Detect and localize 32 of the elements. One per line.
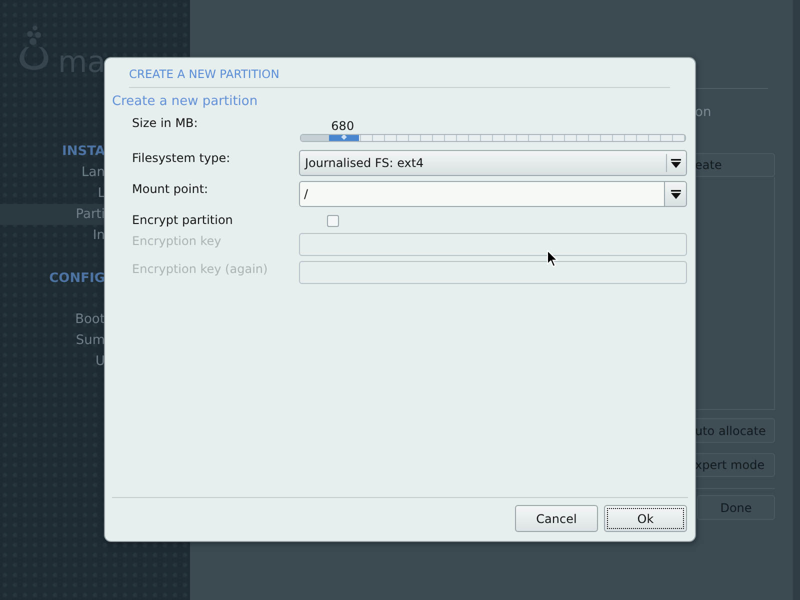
field-label: Mount point:	[132, 181, 208, 197]
sidebar-item: Lan	[80, 164, 105, 182]
field-label: Encryption key (again)	[132, 261, 268, 277]
field-label: Size in MB:	[132, 115, 198, 131]
cauldron-logo-icon	[18, 25, 50, 72]
slider-track[interactable]	[300, 134, 686, 142]
dialog-button[interactable]: Ok	[604, 505, 687, 532]
input-field[interactable]	[299, 233, 687, 256]
dialog-title: CREATE A NEW PARTITION	[129, 66, 280, 82]
dialog-button[interactable]: Cancel	[515, 505, 598, 532]
sidebar-item: In	[92, 227, 105, 245]
dropdown-arrow-icon	[671, 158, 681, 168]
panel-title: on	[695, 104, 712, 122]
field-label: Filesystem type:	[132, 150, 230, 166]
slider-thumb[interactable]	[329, 135, 360, 141]
dropdown-arrow-icon	[670, 190, 680, 198]
sidebar-item: Boot	[74, 311, 105, 329]
sidebar-item: Parti	[0, 204, 105, 225]
checkbox[interactable]	[327, 215, 339, 227]
sidebar-heading: INSTA	[61, 143, 105, 161]
sidebar-item: U	[94, 353, 105, 371]
sidebar-heading: CONFIG	[48, 270, 105, 288]
field-label: Encrypt partition	[132, 212, 233, 228]
dropdown-button[interactable]	[664, 181, 687, 207]
sidebar-item: Sum	[74, 332, 105, 350]
input-field[interactable]: /	[299, 181, 664, 207]
field-label: Encryption key	[132, 233, 222, 249]
dropdown[interactable]: Journalised FS: ext4	[299, 150, 687, 176]
mouse-pointer-icon	[547, 250, 558, 267]
dialog-heading: Create a new partition	[112, 93, 258, 111]
slider-value: 680	[330, 118, 356, 134]
input-field[interactable]	[299, 261, 687, 284]
